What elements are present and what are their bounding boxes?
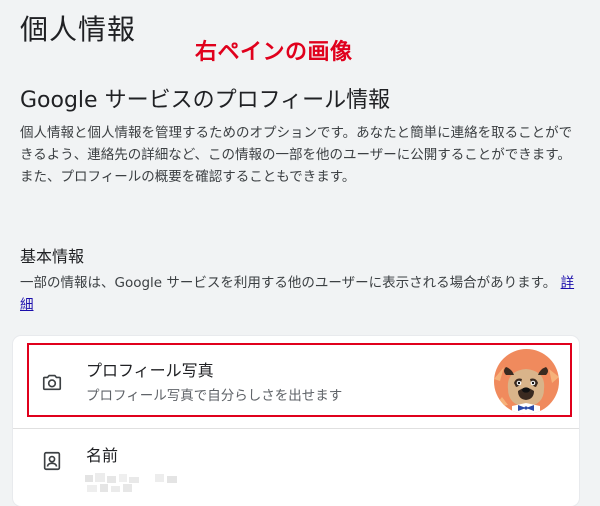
annotation-label: 右ペインの画像 <box>195 40 353 65</box>
profile-photo-label: プロフィール写真 <box>86 361 214 380</box>
basic-info-description-text: 一部の情報は、Google サービスを利用する他のユーザーに表示される場合があり… <box>20 275 557 291</box>
redacted-name-value <box>85 471 185 495</box>
basic-info-card: プロフィール写真 プロフィール写真で自分らしさを出せます 名前 <box>13 336 579 506</box>
basic-info-title: 基本情報 <box>20 247 85 266</box>
profile-section-title: Google サービスのプロフィール情報 <box>20 88 391 113</box>
name-label: 名前 <box>86 446 119 465</box>
profile-photo-description: プロフィール写真で自分らしさを出せます <box>86 388 343 404</box>
avatar[interactable] <box>494 349 559 414</box>
name-row[interactable]: 名前 <box>13 429 579 506</box>
contact-card-icon <box>41 450 63 472</box>
profile-section-description: 個人情報と個人情報を管理するためのオプションです。あなたと簡単に連絡を取ることが… <box>20 125 573 185</box>
camera-icon <box>41 371 63 393</box>
page-title: 個人情報 <box>20 13 137 46</box>
basic-info-description: 一部の情報は、Google サービスを利用する他のユーザーに表示される場合があり… <box>20 272 580 316</box>
profile-photo-row[interactable]: プロフィール写真 プロフィール写真で自分らしさを出せます <box>13 336 579 428</box>
